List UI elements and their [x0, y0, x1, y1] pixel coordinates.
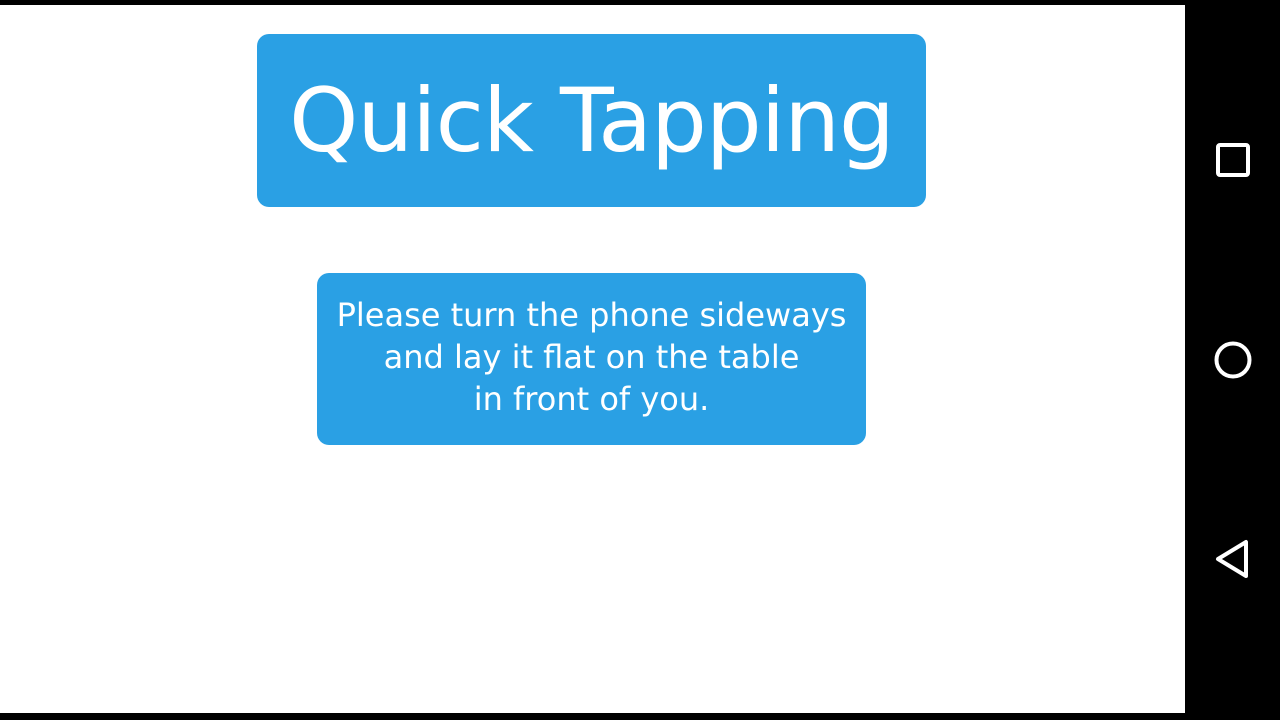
- instruction-line-2: and lay it flat on the table: [383, 338, 800, 376]
- back-button[interactable]: [1185, 514, 1280, 604]
- device-screen: Quick Tapping Please turn the phone side…: [0, 0, 1280, 720]
- circle-home-icon: [1214, 341, 1251, 379]
- home-button[interactable]: [1185, 315, 1280, 405]
- app-content: Quick Tapping Please turn the phone side…: [0, 5, 1185, 713]
- instruction-line-1: Please turn the phone sideways: [336, 296, 847, 334]
- android-navigation-bar: [1185, 0, 1280, 720]
- title-banner: Quick Tapping: [257, 34, 926, 207]
- square-recents-icon: [1215, 143, 1250, 177]
- instruction-panel: Please turn the phone sideways and lay i…: [317, 273, 866, 445]
- recents-button[interactable]: [1185, 115, 1280, 205]
- app-title: Quick Tapping: [289, 68, 895, 172]
- triangle-back-icon: [1215, 540, 1248, 578]
- instruction-line-3: in front of you.: [473, 380, 710, 418]
